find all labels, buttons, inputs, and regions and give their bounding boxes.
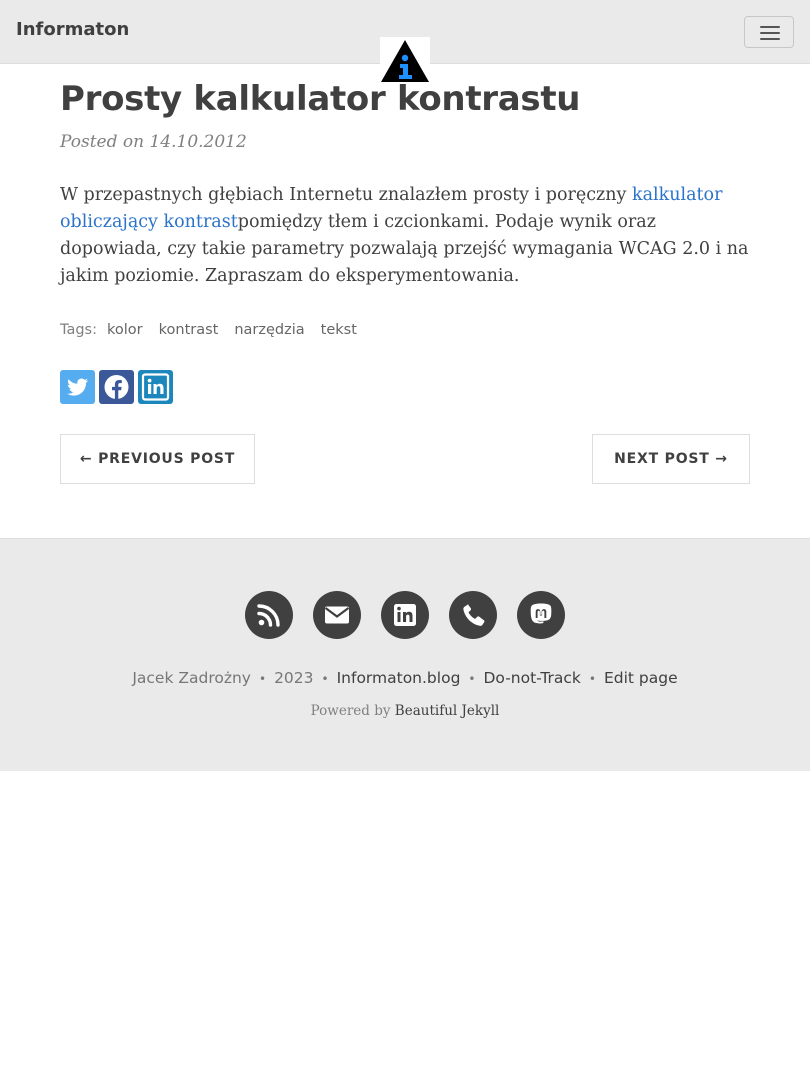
tags-label: Tags: [60,322,97,338]
previous-post-button[interactable]: ← PREVIOUS POST [60,434,255,484]
footer-copyright: Jacek Zadrożny • 2023 • Informaton.blog • Do-n… [0,669,810,687]
informaton-triangle-logo-icon [381,40,429,82]
tag-link[interactable]: kontrast [159,322,219,338]
post-body: W przepastnych głębiach Internetu znalaz… [60,182,750,290]
phone-link[interactable] [449,591,497,639]
tag-link[interactable]: tekst [321,322,357,338]
linkedin-icon [394,604,416,626]
footer-dnt-link[interactable]: Do-not-Track [483,669,580,687]
footer-author: Jacek Zadrożny [132,669,251,687]
facebook-icon [104,375,129,399]
post-tags: Tags: kolor kontrast narzędzia tekst [60,322,750,338]
rss-link[interactable] [245,591,293,639]
powered-by-label: Powered by [310,703,391,719]
mastodon-link[interactable] [517,591,565,639]
footer-powered-by: Powered by Beautiful Jekyll [0,703,810,719]
footer-separator: • [588,672,596,686]
footer-separator: • [258,672,267,686]
rss-icon [257,604,280,627]
post-body-intro: W przepastnych głębiach Internetu znalaz… [60,185,632,205]
email-link[interactable] [313,591,361,639]
social-share-bar [60,370,750,404]
footer-social-links [0,591,810,639]
menu-toggle-button[interactable] [744,16,794,48]
envelope-icon [324,606,350,624]
footer-year: 2023 [274,669,314,687]
post-article: Prosty kalkulator kontrastu Posted on 14… [60,78,750,484]
phone-icon [463,603,485,626]
footer-separator: • [468,672,476,686]
share-twitter-button[interactable] [60,370,95,404]
brand-link[interactable]: Informaton [16,19,129,40]
linkedin-icon [141,373,170,401]
beautiful-jekyll-link[interactable]: Beautiful Jekyll [395,703,500,719]
twitter-icon [67,378,88,396]
next-post-button[interactable]: NEXT POST → [592,434,750,484]
tag-link[interactable]: narzędzia [234,322,304,338]
footer-separator: • [321,672,329,686]
post-title: Prosty kalkulator kontrastu [60,79,581,119]
share-linkedin-button[interactable] [138,370,173,404]
site-logo[interactable] [380,37,430,83]
footer-blog-link[interactable]: Informaton.blog [337,669,461,687]
mastodon-icon [530,603,552,624]
site-footer: Jacek Zadrożny • 2023 • Informaton.blog • Do-n… [0,538,810,771]
footer-edit-page-link[interactable]: Edit page [604,669,678,687]
post-meta-date: Posted on 14.10.2012 [60,132,247,152]
post-pager: ← PREVIOUS POST NEXT POST → [60,434,750,484]
tag-link[interactable]: kolor [107,322,143,338]
linkedin-link[interactable] [381,591,429,639]
share-facebook-button[interactable] [99,370,134,404]
